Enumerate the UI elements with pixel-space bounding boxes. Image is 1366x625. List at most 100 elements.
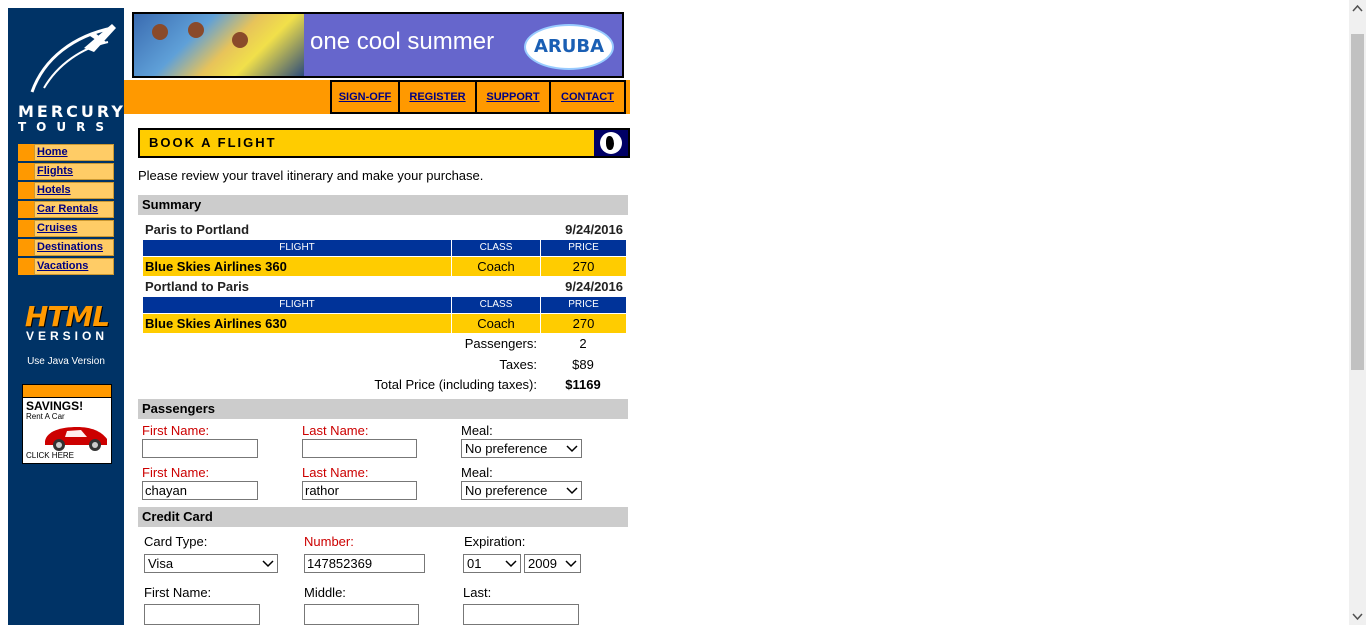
brand-line2: TOURS <box>18 120 115 134</box>
leg2-table-header: FLIGHT CLASS PRICE <box>143 297 626 313</box>
passengers-count-label: Passengers: <box>464 336 537 351</box>
nav-bullet <box>18 163 34 180</box>
leg2-date: 9/24/2016 <box>565 279 623 294</box>
table-row: Blue Skies Airlines 360 Coach 270 <box>143 257 626 276</box>
html-version-subtitle: VERSION <box>25 329 108 343</box>
register-link[interactable]: REGISTER <box>398 80 475 114</box>
globe-icon <box>594 130 628 156</box>
expiration-year-select[interactable]: 2009 <box>524 554 581 573</box>
leg2-flight: Blue Skies Airlines 630 <box>143 314 452 333</box>
ad-click-here: CLICK HERE <box>26 451 75 460</box>
nav-bullet <box>18 239 34 256</box>
nav-link-car-rentals[interactable]: Car Rentals <box>34 201 114 218</box>
mercury-tours-logo[interactable]: MERCURY TOURS <box>14 18 123 136</box>
chevron-down-icon <box>505 560 517 568</box>
sidebar-item-car-rentals: Car Rentals <box>18 201 114 218</box>
passenger1-first-label: First Name: <box>142 423 210 438</box>
red-car-icon <box>45 427 107 451</box>
nav-link-cruises[interactable]: Cruises <box>34 220 114 237</box>
card-number-label: Number: <box>304 534 354 549</box>
leg1-table-header: FLIGHT CLASS PRICE <box>143 240 626 256</box>
sidebar: MERCURY TOURS Home Flights Hotels Car Re… <box>8 8 124 625</box>
cc-first-name-input[interactable] <box>144 604 260 625</box>
sidebar-nav: Home Flights Hotels Car Rentals Cruises … <box>18 144 114 277</box>
sign-off-link[interactable]: SIGN-OFF <box>330 80 398 114</box>
cc-last-name-label: Last: <box>463 585 492 600</box>
contact-link[interactable]: CONTACT <box>549 80 626 114</box>
java-version-link[interactable]: Use Java Version <box>16 356 116 367</box>
sidebar-item-home: Home <box>18 144 114 161</box>
leg1-class: Coach <box>452 257 541 276</box>
passenger1-meal-label: Meal: <box>461 423 493 438</box>
leg2-route: Portland to Paris <box>145 279 250 294</box>
cc-last-name-input[interactable] <box>463 604 579 625</box>
passengers-count-value: 2 <box>579 336 587 351</box>
table-row: Blue Skies Airlines 630 Coach 270 <box>143 314 626 333</box>
leg1-flight: Blue Skies Airlines 360 <box>143 257 452 276</box>
total-price-value: $1169 <box>565 377 601 392</box>
rent-a-car-ad[interactable]: SAVINGS! Rent A Car CLICK HERE <box>22 384 112 464</box>
col-flight-header: FLIGHT <box>143 240 452 256</box>
airplane-logo-icon <box>30 24 116 93</box>
sidebar-item-cruises: Cruises <box>18 220 114 237</box>
col-price-header: PRICE <box>541 240 626 256</box>
nav-bullet <box>18 220 34 237</box>
passenger1-first-name-input[interactable] <box>142 439 258 458</box>
total-price-label: Total Price (including taxes): <box>374 377 537 392</box>
passenger1-last-label: Last Name: <box>302 423 369 438</box>
nav-link-destinations[interactable]: Destinations <box>34 239 114 256</box>
col-class-header: CLASS <box>452 240 541 256</box>
html-version-badge: HTML VERSION <box>22 300 112 343</box>
aruba-logo: ARUBA <box>524 24 614 70</box>
support-link[interactable]: SUPPORT <box>475 80 549 114</box>
card-type-value: Visa <box>148 556 174 571</box>
card-type-label: Card Type: <box>144 534 208 549</box>
passenger2-meal-value: No preference <box>465 483 548 498</box>
page-title-bar: BOOK A FLIGHT <box>138 128 630 158</box>
sidebar-item-destinations: Destinations <box>18 239 114 256</box>
col-flight-header: FLIGHT <box>143 297 452 313</box>
scroll-up-arrow-icon[interactable] <box>1349 0 1366 17</box>
sidebar-item-hotels: Hotels <box>18 182 114 199</box>
leg2-class: Coach <box>452 314 541 333</box>
leg2-price: 270 <box>541 314 626 333</box>
nav-link-hotels[interactable]: Hotels <box>34 182 114 199</box>
intro-text: Please review your travel itinerary and … <box>138 168 484 183</box>
expiration-month-select[interactable]: 01 <box>463 554 521 573</box>
scroll-down-arrow-icon[interactable] <box>1349 608 1366 625</box>
passenger2-first-label: First Name: <box>142 465 210 480</box>
taxes-label: Taxes: <box>499 357 537 372</box>
passenger2-meal-select[interactable]: No preference <box>461 481 582 500</box>
passenger2-first-name-input[interactable]: chayan <box>142 481 258 500</box>
cc-middle-name-input[interactable] <box>304 604 419 625</box>
cc-first-name-label: First Name: <box>144 585 212 600</box>
nav-bullet <box>18 182 34 199</box>
col-class-header: CLASS <box>452 297 541 313</box>
leg1-price: 270 <box>541 257 626 276</box>
expiration-year-value: 2009 <box>528 556 557 571</box>
leg1-route: Paris to Portland <box>145 222 250 237</box>
aruba-banner-ad[interactable]: one cool summer ARUBA <box>132 12 624 78</box>
vertical-scrollbar[interactable] <box>1349 0 1366 625</box>
card-number-input[interactable]: 147852369 <box>304 554 425 573</box>
passenger2-last-name-input[interactable]: rathor <box>302 481 417 500</box>
passenger1-meal-select[interactable]: No preference <box>461 439 582 458</box>
expiration-month-value: 01 <box>467 556 482 571</box>
sidebar-item-vacations: Vacations <box>18 258 114 275</box>
banner-slogan: one cool summer <box>310 28 495 55</box>
passenger1-last-name-input[interactable] <box>302 439 417 458</box>
nav-link-flights[interactable]: Flights <box>34 163 114 180</box>
summary-header: Summary <box>138 195 628 215</box>
chevron-down-icon <box>566 487 578 495</box>
taxes-value: $89 <box>572 357 594 372</box>
nav-link-home[interactable]: Home <box>34 144 114 161</box>
nav-link-vacations[interactable]: Vacations <box>34 258 114 275</box>
chevron-down-icon <box>566 445 578 453</box>
passenger1-meal-value: No preference <box>465 441 548 456</box>
brand-line1: MERCURY <box>18 102 126 121</box>
passenger2-meal-label: Meal: <box>461 465 493 480</box>
card-type-select[interactable]: Visa <box>144 554 278 573</box>
sidebar-item-flights: Flights <box>18 163 114 180</box>
scrollbar-thumb[interactable] <box>1351 34 1364 370</box>
banner-photo <box>134 14 304 76</box>
